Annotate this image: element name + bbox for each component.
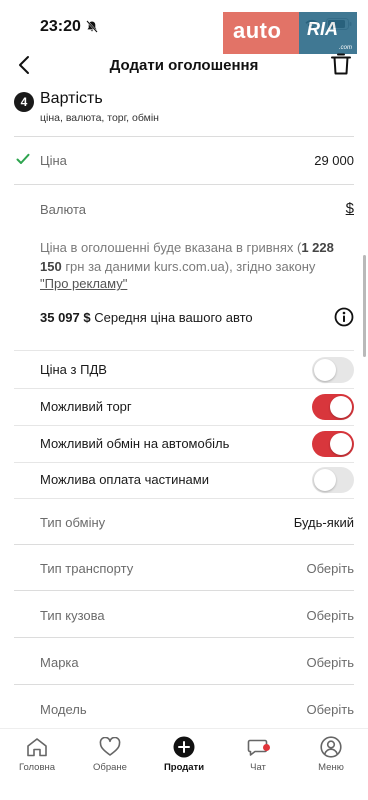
select-field[interactable]: Марка Оберіть [40,646,354,680]
toggle-label: Можливий торг [40,399,132,414]
autoria-watermark-logo: auto RIA .com [223,12,357,54]
toggle-switch[interactable] [312,467,354,493]
logo-part-ria: RIA .com [299,12,357,54]
divider [14,684,354,685]
tab-home-label: Головна [18,762,56,773]
toggle-knob [330,396,352,418]
toggle-switch[interactable] [312,394,354,420]
advertising-law-link[interactable]: "Про рекламу" [40,276,127,291]
toggle-row: Можливий торг [40,389,354,425]
bottom-tab-bar: Головна Обране Продати Чат Меню [0,728,368,800]
tab-sell-label: Продати [163,762,205,773]
select-field-label: Тип обміну [40,515,106,530]
user-circle-icon [320,736,342,758]
tab-chat-label: Чат [250,762,266,773]
divider [14,136,354,137]
select-field[interactable]: Тип кузова Оберіть [40,599,354,633]
select-field[interactable]: Модель Оберіть [40,693,354,727]
toggle-row: Можливий обмін на автомобіль [40,426,354,462]
select-field-value[interactable]: Оберіть [307,655,355,670]
price-field[interactable]: Ціна 29 000 [40,146,354,176]
average-price-amount: 35 097 $ [40,310,91,325]
toggle-knob [330,433,352,455]
select-field-label: Марка [40,655,79,670]
average-price-label: Середня ціна вашого авто [94,310,253,325]
divider [14,544,354,545]
price-value[interactable]: 29 000 [314,153,354,168]
toggle-switch[interactable] [312,357,354,383]
select-field-value[interactable]: Оберіть [307,702,355,717]
toggle-knob [314,469,336,491]
tab-home[interactable]: Головна [0,737,74,773]
toggle-label: Можливий обмін на автомобіль [40,436,230,451]
tab-favorites-label: Обране [93,762,127,773]
info-icon[interactable] [334,307,354,327]
chat-unread-dot [263,744,270,751]
home-icon [27,738,47,757]
divider [14,590,354,591]
tab-sell[interactable]: Продати [147,736,221,773]
divider [14,184,354,185]
toggle-row: Ціна з ПДВ [40,352,354,388]
uah-note-text-before: Ціна в оголошенні буде вказана в гривнях… [40,240,302,255]
uah-price-note: Ціна в оголошенні буде вказана в гривнях… [40,238,354,276]
price-label: Ціна [40,153,67,168]
average-price: 35 097 $ Середня ціна вашого авто [40,310,253,325]
bell-muted-icon [86,20,98,33]
tab-chat[interactable]: Чат [221,737,295,773]
section-title: Вартість [40,90,103,107]
select-field-value[interactable]: Оберіть [307,608,355,623]
app-header: Додати оголошення [0,50,368,82]
toggle-label: Ціна з ПДВ [40,362,107,377]
select-field-label: Модель [40,702,87,717]
select-field-label: Тип кузова [40,608,105,623]
uah-note-text-after: грн за даними kurs.com.ua), згідно закон… [61,259,316,274]
toggle-label: Можлива оплата частинами [40,472,209,487]
tab-menu-label: Меню [318,762,344,773]
tab-menu[interactable]: Меню [294,736,368,773]
logo-part-ria-text: RIA [307,19,338,39]
toggle-row: Можлива оплата частинами [40,462,354,498]
select-field[interactable]: Тип обміну Будь-який [40,506,354,540]
check-icon [16,153,30,164]
divider [14,350,354,351]
toggle-knob [314,359,336,381]
page-title: Додати оголошення [109,57,259,74]
step-number-badge: 4 [14,92,34,112]
currency-label: Валюта [40,202,86,217]
section-subtitle: ціна, валюта, торг, обмін [40,112,159,124]
status-time: 23:20 [40,18,81,35]
tab-favorites[interactable]: Обране [73,737,147,773]
divider [14,498,354,499]
trash-icon[interactable] [330,52,352,76]
select-field-value[interactable]: Оберіть [307,561,355,576]
heart-icon [99,737,121,756]
currency-value[interactable]: $ [346,200,354,217]
toggle-switch[interactable] [312,431,354,457]
select-field-label: Тип транспорту [40,561,134,576]
logo-part-auto: auto [223,12,299,54]
scroll-indicator[interactable] [363,255,366,357]
select-field[interactable]: Тип транспорту Оберіть [40,552,354,586]
divider [14,637,354,638]
currency-field[interactable]: Валюта $ [40,194,354,224]
select-field-value[interactable]: Будь-який [294,515,354,530]
plus-circle-icon [173,736,195,758]
